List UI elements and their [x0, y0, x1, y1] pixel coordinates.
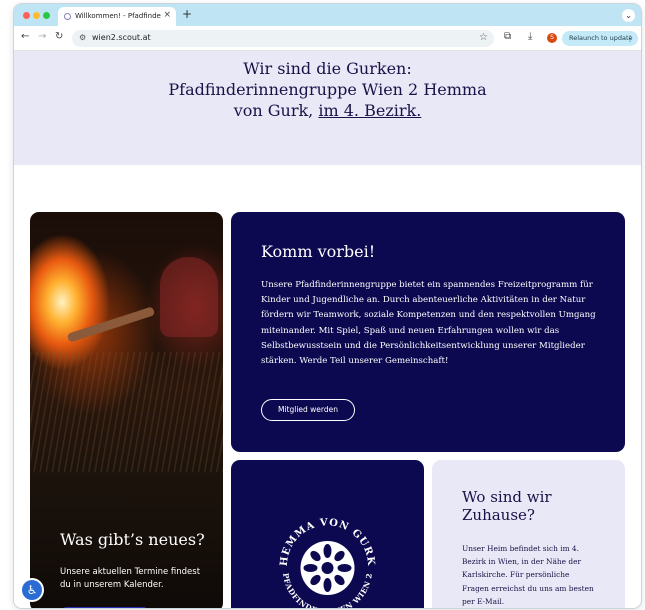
site-favicon-icon	[64, 13, 71, 20]
become-member-button[interactable]: Mitglied werden	[261, 399, 355, 421]
maximize-window-button[interactable]	[43, 12, 50, 19]
minimize-window-button[interactable]	[33, 12, 40, 19]
calendar-button[interactable]	[60, 607, 150, 608]
bookmark-star-icon[interactable]: ☆	[479, 32, 488, 43]
address-bar[interactable]: ⚙ wien2.scout.at ☆	[72, 30, 494, 47]
join-card: Komm vorbei! Unsere Pfadfinderinnengrupp…	[231, 212, 625, 452]
url-text[interactable]: wien2.scout.at	[92, 33, 151, 42]
site-info-icon[interactable]: ⚙	[79, 33, 86, 42]
tab-search-button[interactable]: ⌄	[622, 9, 635, 22]
news-card-text: Unsere aktuellen Termine findest du in u…	[60, 567, 201, 590]
location-card-text: Unser Heim befindet sich im 4. Bezirk in…	[462, 544, 594, 606]
campfire-log	[66, 306, 156, 343]
accessibility-icon[interactable]: ♿	[22, 580, 42, 600]
location-card-title: Wo sind wir Zuhause?	[462, 488, 552, 524]
district-link[interactable]: im 4. Bezirk.	[318, 101, 421, 120]
hero-heading-line-1: Wir sind die Gurken:	[243, 59, 412, 78]
location-card: Wo sind wir Zuhause? Unser Heim befindet…	[432, 460, 625, 608]
reload-icon[interactable]: ↻	[55, 31, 63, 42]
campfire-person	[160, 257, 218, 337]
tab-close-icon[interactable]: ×	[163, 10, 171, 20]
hero-heading-prefix: von Gurk,	[233, 101, 319, 120]
web-page: Wir sind die Gurken: Pfadfinderinnengrup…	[14, 51, 641, 608]
forward-arrow-icon[interactable]: →	[38, 31, 46, 42]
browser-window: Willkommen! - Pfadfinderinne × + ⌄ ← → ↻…	[14, 4, 641, 608]
group-logo-icon: HEMMA VON GURK PFADFINDERINNEN WIEN 2	[279, 517, 376, 608]
hero-banner: Wir sind die Gurken: Pfadfinderinnengrup…	[14, 51, 641, 165]
browser-toolbar: ← → ↻ ⚙ wien2.scout.at ☆ ⧉ ⤓ S Relaunch …	[14, 26, 641, 51]
join-card-text: Unsere Pfadfinderinnengruppe bietet ein …	[261, 280, 596, 367]
profile-avatar[interactable]: S	[547, 33, 557, 43]
back-arrow-icon[interactable]: ←	[21, 31, 29, 42]
join-card-title: Komm vorbei!	[261, 242, 376, 261]
extensions-icon[interactable]: ⧉	[504, 31, 511, 42]
close-window-button[interactable]	[23, 12, 30, 19]
new-tab-button[interactable]: +	[182, 7, 192, 21]
logo-card: HEMMA VON GURK PFADFINDERINNEN WIEN 2	[231, 460, 424, 608]
campfire-photo	[30, 352, 223, 472]
tab-strip: Willkommen! - Pfadfinderinne × + ⌄	[14, 4, 641, 26]
download-icon[interactable]: ⤓	[528, 31, 532, 42]
hero-heading-line-3: von Gurk, im 4. Bezirk.	[14, 101, 641, 120]
hero-heading-line-2: Pfadfinderinnengruppe Wien 2 Hemma	[168, 80, 487, 99]
browser-tab[interactable]: Willkommen! - Pfadfinderinne ×	[58, 7, 176, 26]
more-menu-icon[interactable]: ⋮	[626, 31, 634, 46]
relaunch-button[interactable]: Relaunch to update ⋮	[562, 31, 638, 46]
news-card: Was gibt’s neues? Unsere aktuellen Termi…	[30, 212, 223, 608]
relaunch-label: Relaunch to update	[569, 34, 633, 42]
tab-title: Willkommen! - Pfadfinderinne	[75, 12, 161, 20]
news-card-title: Was gibt’s neues?	[60, 530, 205, 549]
